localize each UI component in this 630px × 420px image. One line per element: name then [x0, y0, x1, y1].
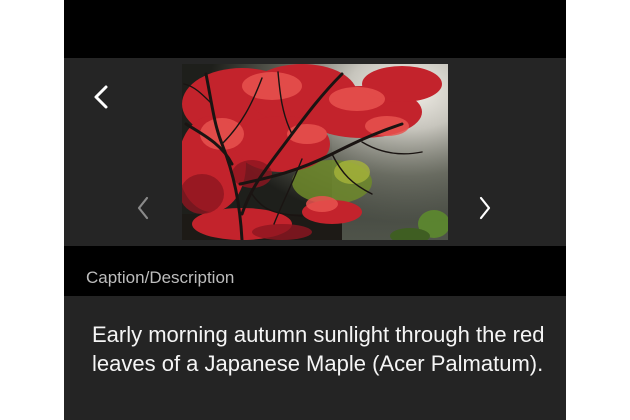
top-bar: [64, 0, 566, 58]
maple-tree-photo: [182, 64, 448, 240]
previous-photo-button[interactable]: [130, 194, 156, 222]
next-photo-button[interactable]: [472, 194, 498, 222]
chevron-left-icon: [137, 196, 149, 220]
photo-detail-screen: Caption/Description Early morning autumn…: [64, 0, 566, 420]
photo-viewer: [64, 58, 566, 246]
chevron-left-icon: [94, 85, 108, 109]
photo[interactable]: [182, 64, 448, 240]
caption-label: Caption/Description: [86, 268, 235, 287]
chevron-right-icon: [479, 196, 491, 220]
back-button[interactable]: [86, 82, 116, 112]
caption-text: Early morning autumn sunlight through th…: [92, 322, 545, 376]
